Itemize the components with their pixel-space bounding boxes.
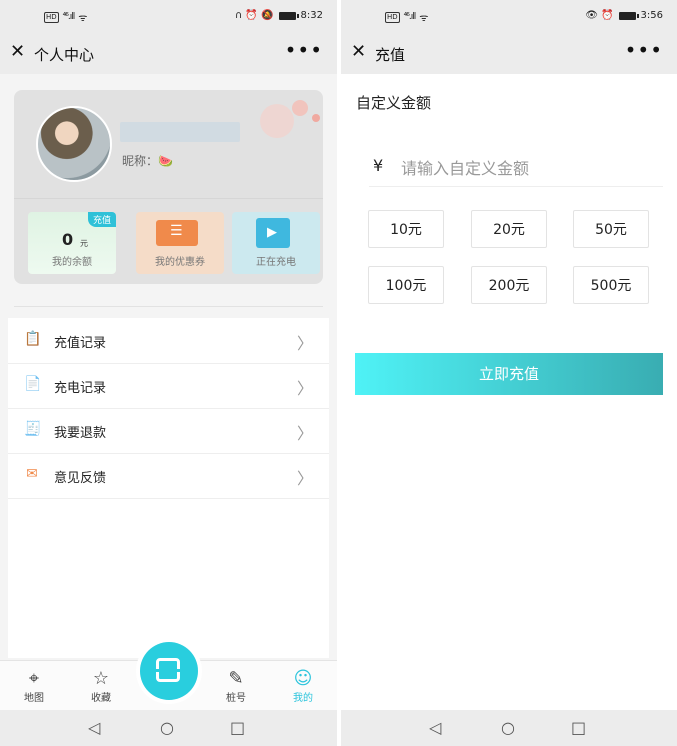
chevron-right-icon: 〉	[296, 379, 313, 398]
clock: 8:32	[300, 10, 323, 21]
tab-label: 桩号	[226, 693, 246, 704]
home-icon[interactable]: ○	[160, 718, 174, 737]
map-pin-icon: ⌖	[28, 668, 40, 689]
username-placeholder	[120, 122, 240, 142]
menu-item-label: 我要退款	[54, 426, 107, 441]
tab-map[interactable]: ⌖ 地图	[10, 668, 58, 705]
amount-option-200[interactable]: 200元	[471, 266, 547, 304]
back-icon[interactable]: ◁	[88, 718, 100, 737]
status-bar: HD ⁴⁶.ıll ᯤ ∩ ⏰ 🔕 8:32	[0, 0, 337, 32]
signal-icon: ⁴⁶.ıll	[403, 12, 417, 22]
tab-favorites[interactable]: ☆ 收藏	[77, 668, 125, 705]
recharge-screen: HD ⁴⁶.ıll ᯤ 👁 ⏰ 3:56 ✕ 充值 ••• 自定义金额 ¥ 10…	[341, 0, 677, 746]
nickname-label: 昵称：🍉	[122, 154, 173, 168]
tab-label: 收藏	[91, 693, 111, 704]
amount-option-20[interactable]: 20元	[471, 210, 547, 248]
close-icon[interactable]: ✕	[351, 42, 366, 62]
divider	[14, 306, 323, 307]
page-title: 充值	[375, 46, 406, 64]
ticket-icon	[156, 220, 198, 246]
profile-card: 昵称：🍉 充值 0 元 我的余额 我的优惠券 正在充电	[14, 90, 323, 284]
user-icon: ☺	[293, 668, 313, 689]
pencil-icon: ✎	[228, 668, 244, 689]
custom-amount-input[interactable]	[399, 154, 643, 182]
balance-value: 0	[62, 230, 74, 249]
back-icon[interactable]: ◁	[429, 718, 441, 737]
decor-circle	[292, 100, 308, 116]
refund-icon: 🧾	[24, 421, 42, 437]
amount-option-500[interactable]: 500元	[573, 266, 649, 304]
scan-button[interactable]	[140, 642, 198, 700]
mail-icon: ✉	[26, 466, 38, 482]
system-nav-bar: ◁ ○ □	[0, 710, 337, 746]
chevron-right-icon: 〉	[296, 334, 313, 353]
wifi-icon: ᯤ	[78, 13, 88, 24]
system-nav-bar: ◁ ○ □	[341, 710, 677, 746]
divider	[14, 198, 323, 199]
battery-icon	[618, 11, 639, 20]
tab-label: 我的	[293, 693, 313, 704]
hd-indicator: HD	[44, 11, 59, 23]
amount-option-50[interactable]: 50元	[573, 210, 649, 248]
signal-icon: ⁴⁶.ıll	[62, 12, 76, 22]
menu-item-label: 充值记录	[54, 336, 107, 351]
menu-list: 📋 充值记录 〉 📄 充电记录 〉 🧾 我要退款 〉 ✉ 意见反馈 〉	[8, 318, 329, 658]
balance-unit: 元	[80, 239, 88, 248]
balance-tile[interactable]: 充值 0 元 我的余额	[28, 212, 116, 274]
menu-item-refund[interactable]: 🧾 我要退款 〉	[8, 408, 329, 454]
play-icon	[256, 218, 290, 248]
receipt-icon: 📋	[24, 331, 42, 347]
hd-indicator: HD	[385, 11, 400, 23]
amount-option-10[interactable]: 10元	[368, 210, 444, 248]
coupon-label: 我的优惠券	[155, 257, 205, 268]
custom-amount-row: ¥	[369, 150, 663, 187]
status-bar: HD ⁴⁶.ıll ᯤ 👁 ⏰ 3:56	[341, 0, 677, 32]
more-icon[interactable]: •••	[285, 38, 323, 62]
scan-icon	[154, 658, 182, 682]
battery-icon	[278, 11, 299, 20]
decor-circle	[312, 114, 320, 122]
list-icon: 📄	[24, 376, 42, 392]
balance-label: 我的余额	[52, 257, 92, 268]
decor-circle	[260, 104, 294, 138]
profile-screen: HD ⁴⁶.ıll ᯤ ∩ ⏰ 🔕 8:32 ✕ 个人中心 ••• 昵称：🍉 充…	[0, 0, 337, 746]
menu-item-charging-records[interactable]: 📄 充电记录 〉	[8, 363, 329, 409]
tab-mine[interactable]: ☺ 我的	[279, 668, 327, 705]
recharge-now-button[interactable]: 立即充值	[355, 353, 663, 395]
tab-pile-number[interactable]: ✎ 桩号	[212, 668, 260, 705]
custom-amount-heading: 自定义金额	[356, 94, 432, 112]
recent-apps-icon[interactable]: □	[571, 718, 586, 737]
page-title: 个人中心	[34, 46, 95, 64]
coupon-tile[interactable]: 我的优惠券	[136, 212, 224, 274]
menu-item-recharge-records[interactable]: 📋 充值记录 〉	[8, 318, 329, 364]
status-icons: 👁 ⏰	[585, 10, 614, 21]
status-icons: ∩ ⏰ 🔕	[234, 10, 274, 21]
currency-symbol: ¥	[373, 156, 384, 175]
title-bar: ✕ 个人中心 •••	[0, 32, 337, 74]
clock: 3:56	[640, 10, 663, 21]
close-icon[interactable]: ✕	[10, 42, 25, 62]
menu-item-label: 意见反馈	[54, 471, 107, 486]
star-icon: ☆	[92, 668, 110, 689]
home-icon[interactable]: ○	[501, 718, 515, 737]
wifi-icon: ᯤ	[419, 13, 429, 24]
tab-label: 地图	[24, 693, 44, 704]
recent-apps-icon[interactable]: □	[230, 718, 245, 737]
recharge-badge[interactable]: 充值	[87, 212, 116, 227]
more-icon[interactable]: •••	[625, 38, 663, 62]
charging-label: 正在充电	[256, 257, 296, 268]
menu-item-feedback[interactable]: ✉ 意见反馈 〉	[8, 453, 329, 499]
chevron-right-icon: 〉	[296, 469, 313, 488]
title-bar: ✕ 充值 •••	[341, 32, 677, 74]
avatar[interactable]	[36, 106, 112, 182]
menu-item-label: 充电记录	[54, 381, 107, 396]
amount-option-100[interactable]: 100元	[368, 266, 444, 304]
chevron-right-icon: 〉	[296, 424, 313, 443]
charging-tile[interactable]: 正在充电	[232, 212, 320, 274]
